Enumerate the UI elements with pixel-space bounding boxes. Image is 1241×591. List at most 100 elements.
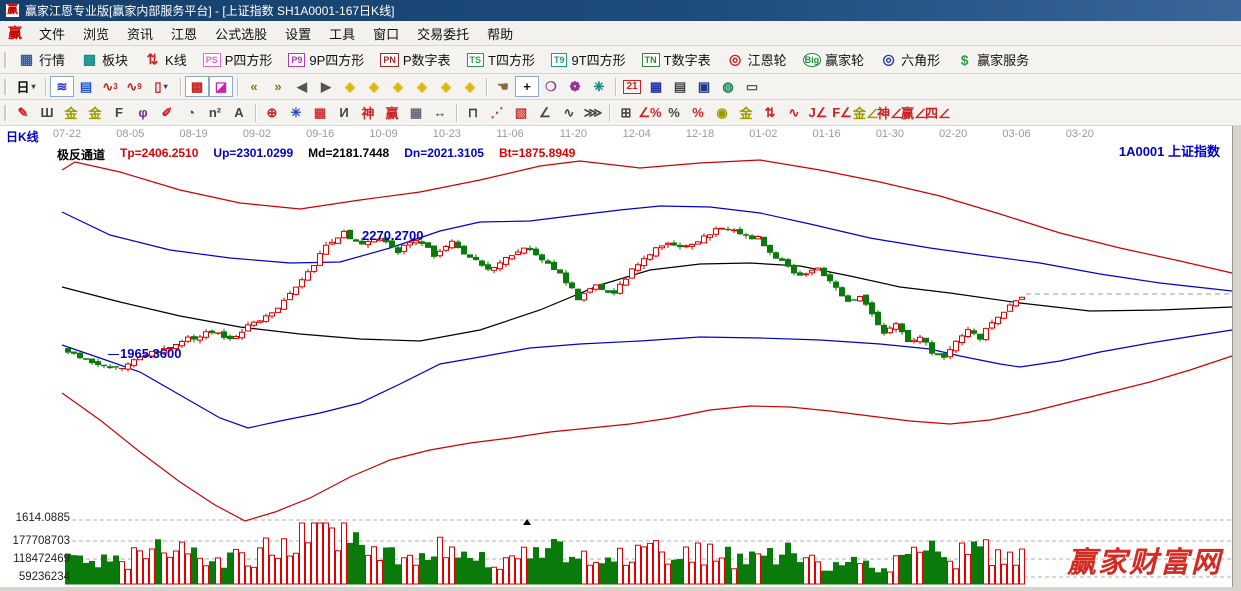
menu-browse[interactable]: 浏览 — [74, 21, 118, 46]
angle-line-button[interactable]: ∠ — [533, 102, 557, 123]
t-square-button[interactable]: TS T四方形 — [460, 47, 542, 72]
hand-tool-button[interactable]: ☚ — [491, 76, 515, 97]
pattern-wave-button[interactable]: ≋ — [50, 76, 74, 97]
f-angle-button[interactable]: F∠ — [830, 102, 854, 123]
measure-bars-button[interactable]: ⊞ — [614, 102, 638, 123]
menu-gann[interactable]: 江恩 — [162, 21, 206, 46]
expand-all-button[interactable]: ◈ — [434, 76, 458, 97]
menu-help[interactable]: 帮助 — [478, 21, 522, 46]
shift-left-button[interactable]: ◈ — [338, 76, 362, 97]
menu-news[interactable]: 资讯 — [118, 21, 162, 46]
shen-angle-button[interactable]: 神∠ — [877, 102, 903, 123]
angle-percent-button[interactable]: ∠% — [638, 102, 662, 123]
gold-angle-button[interactable]: 金∠ — [853, 102, 879, 123]
grid-123-button[interactable]: ▦ — [404, 102, 428, 123]
gold-circle-button[interactable]: ◉ — [710, 102, 734, 123]
wave-line-button[interactable]: ∿ — [557, 102, 581, 123]
target-cross-button[interactable]: ⊕ — [260, 102, 284, 123]
wave-marks-button[interactable]: И — [332, 102, 356, 123]
notes-button[interactable]: ▤ — [668, 76, 692, 97]
menu-formula-stock-pick[interactable]: 公式选股 — [206, 21, 276, 46]
toolbar-label: 六角形 — [901, 53, 941, 68]
wave-red-button[interactable]: ∿ — [782, 102, 806, 123]
winner-wheel-button[interactable]: Big 赢家轮 — [796, 47, 872, 72]
p-square-button[interactable]: PS P四方形 — [196, 47, 280, 72]
menu-tools[interactable]: 工具 — [320, 21, 364, 46]
fan-box-button[interactable]: ▧ — [509, 102, 533, 123]
p-number-table-button[interactable]: PN P数字表 — [373, 47, 457, 72]
f-ruler-button[interactable]: F — [107, 102, 131, 123]
goto-first-button[interactable]: « — [242, 76, 266, 97]
red-brush-icon: ✐ — [161, 104, 173, 120]
candle-type-button[interactable]: ▯ — [146, 76, 176, 97]
gann-grid-button[interactable]: ▦ — [308, 102, 332, 123]
quotes-button[interactable]: ▦ 行情 — [11, 47, 72, 72]
wave-9-button[interactable]: ∿ 9 — [122, 76, 146, 97]
shen-tool-icon: 神 — [361, 106, 375, 121]
info-panel-button[interactable]: ▤ — [74, 76, 98, 97]
step-back-button[interactable]: ◀ — [290, 76, 314, 97]
wave-3-button[interactable]: ∿ 3 — [98, 76, 122, 97]
menu-window[interactable]: 窗口 — [364, 21, 408, 46]
frame-tool-button[interactable]: ⊓ — [461, 102, 485, 123]
draw-pen-button[interactable]: ✎ — [11, 102, 35, 123]
menu-file[interactable]: 文件 — [30, 21, 74, 46]
ying-angle-button[interactable]: 赢∠ — [901, 102, 927, 123]
gann-wheel-button[interactable]: ◎ 江恩轮 — [720, 47, 794, 72]
a-angle-button[interactable]: A — [227, 102, 251, 123]
save-button[interactable]: ▣ — [692, 76, 716, 97]
winner-service-button[interactable]: $ 赢家服务 — [949, 47, 1036, 72]
kline-button[interactable]: ⇅ K线 — [137, 47, 194, 72]
profile-chart-button[interactable]: ◪ — [209, 76, 233, 97]
candlestick-chart-canvas[interactable] — [0, 126, 1233, 587]
gold-lines-button[interactable]: 金 — [734, 102, 758, 123]
network-button[interactable]: ◍ — [716, 76, 740, 97]
period-day-button[interactable]: 日 — [11, 76, 41, 97]
gold-gauge-button[interactable]: 金 — [59, 102, 83, 123]
flower-tool-button[interactable]: ❁ — [563, 76, 587, 97]
shift-right-button[interactable]: ◈ — [362, 76, 386, 97]
golden-spiral-button[interactable]: φ — [131, 102, 155, 123]
n-square-button[interactable]: n² — [203, 102, 227, 123]
p9-square-button[interactable]: P9 9P四方形 — [281, 47, 371, 72]
h-span-arrow-button[interactable]: ↔ — [428, 102, 452, 123]
gold-gauge-2-button[interactable]: 金 — [83, 102, 107, 123]
workstation-button[interactable]: ▭ — [740, 76, 764, 97]
hexagon-button[interactable]: ◎ 六角形 — [873, 47, 947, 72]
si-angle-button[interactable]: 四∠ — [925, 102, 951, 123]
step-forward-icon: ▶ — [321, 78, 331, 94]
toolbar-separator — [615, 77, 616, 96]
fit-screen-button[interactable]: ◈ — [458, 76, 482, 97]
zoom-tool-button[interactable]: ❍ — [539, 76, 563, 97]
toolbar-grip[interactable] — [4, 104, 7, 121]
tick-ruler-button[interactable]: Ш — [35, 102, 59, 123]
goto-last-button[interactable]: » — [266, 76, 290, 97]
mind-tool-button[interactable]: ❈ — [587, 76, 611, 97]
calendar-button[interactable]: 21 — [620, 76, 644, 97]
expand-horizontal-button[interactable]: ◈ — [386, 76, 410, 97]
percent-lines-button[interactable]: % — [686, 102, 710, 123]
fan-lines-button[interactable]: ⋰ — [485, 102, 509, 123]
toolbar-grip[interactable] — [4, 78, 7, 95]
calendar-icon: 21 — [623, 79, 641, 94]
toolbar-grip[interactable] — [4, 51, 7, 68]
t-number-table-button[interactable]: TN T数字表 — [635, 47, 718, 72]
time-cycle-button[interactable]: ◔ — [179, 102, 203, 123]
step-forward-button[interactable]: ▶ — [314, 76, 338, 97]
calculator-button[interactable]: ▦ — [644, 76, 668, 97]
compress-horizontal-button[interactable]: ◈ — [410, 76, 434, 97]
slash-lines-button[interactable]: ⋙ — [581, 102, 605, 123]
percent-button[interactable]: % — [662, 102, 686, 123]
shen-tool-button[interactable]: 神 — [356, 102, 380, 123]
ying-tool-button[interactable]: 赢 — [380, 102, 404, 123]
gann-fan-star-button[interactable]: ✳ — [284, 102, 308, 123]
pen-measure-button[interactable]: ⇅ — [758, 102, 782, 123]
sectors-button[interactable]: ▩ 板块 — [74, 47, 135, 72]
menu-settings[interactable]: 设置 — [276, 21, 320, 46]
t9-square-button[interactable]: T9 9T四方形 — [544, 47, 633, 72]
crosshair-tool-button[interactable]: + — [515, 76, 539, 97]
j-angle-button[interactable]: J∠ — [806, 102, 830, 123]
menu-trade-entrust[interactable]: 交易委托 — [408, 21, 478, 46]
pattern-map-button[interactable]: ▩ — [185, 76, 209, 97]
red-brush-button[interactable]: ✐ — [155, 102, 179, 123]
